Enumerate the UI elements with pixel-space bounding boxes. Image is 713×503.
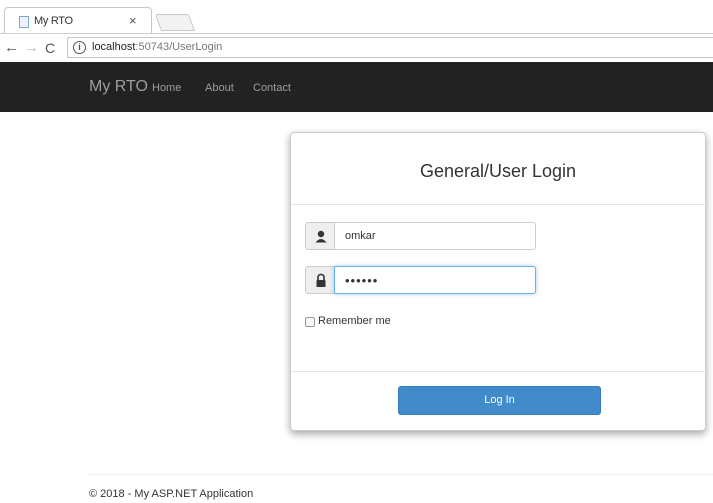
close-icon[interactable]: × — [129, 13, 137, 28]
new-tab-button[interactable] — [154, 14, 196, 31]
nav-link-home[interactable]: Home — [152, 82, 181, 94]
address-bar[interactable]: i localhost:50743/UserLogin — [67, 37, 713, 58]
username-input[interactable] — [334, 222, 536, 250]
user-icon — [305, 222, 335, 250]
lock-icon — [305, 266, 335, 294]
page-icon — [19, 16, 29, 28]
url-text: localhost:50743/UserLogin — [92, 41, 222, 53]
footer-divider — [89, 474, 713, 475]
browser-tab[interactable]: My RTO × — [4, 7, 152, 33]
tab-title: My RTO — [34, 15, 73, 27]
login-panel: General/User Login Remember me Log In — [290, 132, 706, 431]
url-host: localhost — [92, 41, 136, 53]
footer-copyright: © 2018 - My ASP.NET Application — [89, 488, 254, 500]
remember-me-label[interactable]: Remember me — [318, 315, 391, 327]
panel-divider — [291, 371, 705, 372]
login-button[interactable]: Log In — [398, 386, 601, 415]
brand-link[interactable]: My RTO — [89, 78, 148, 96]
url-path: :50743/UserLogin — [135, 41, 223, 53]
nav-link-contact[interactable]: Contact — [253, 82, 291, 94]
panel-header: General/User Login — [291, 133, 705, 205]
browser-toolbar: ← → C i localhost:50743/UserLogin — [0, 33, 713, 62]
password-input[interactable] — [334, 266, 536, 294]
forward-arrow-icon[interactable]: → — [24, 39, 39, 56]
remember-me-checkbox[interactable] — [305, 317, 315, 327]
reload-icon[interactable]: C — [45, 40, 55, 56]
info-icon[interactable]: i — [73, 41, 86, 54]
browser-tabstrip: My RTO × — [0, 0, 713, 33]
site-navbar: My RTO Home About Contact — [0, 62, 713, 112]
back-arrow-icon[interactable]: ← — [4, 39, 19, 56]
nav-link-about[interactable]: About — [205, 82, 234, 94]
login-title: General/User Login — [419, 161, 577, 181]
